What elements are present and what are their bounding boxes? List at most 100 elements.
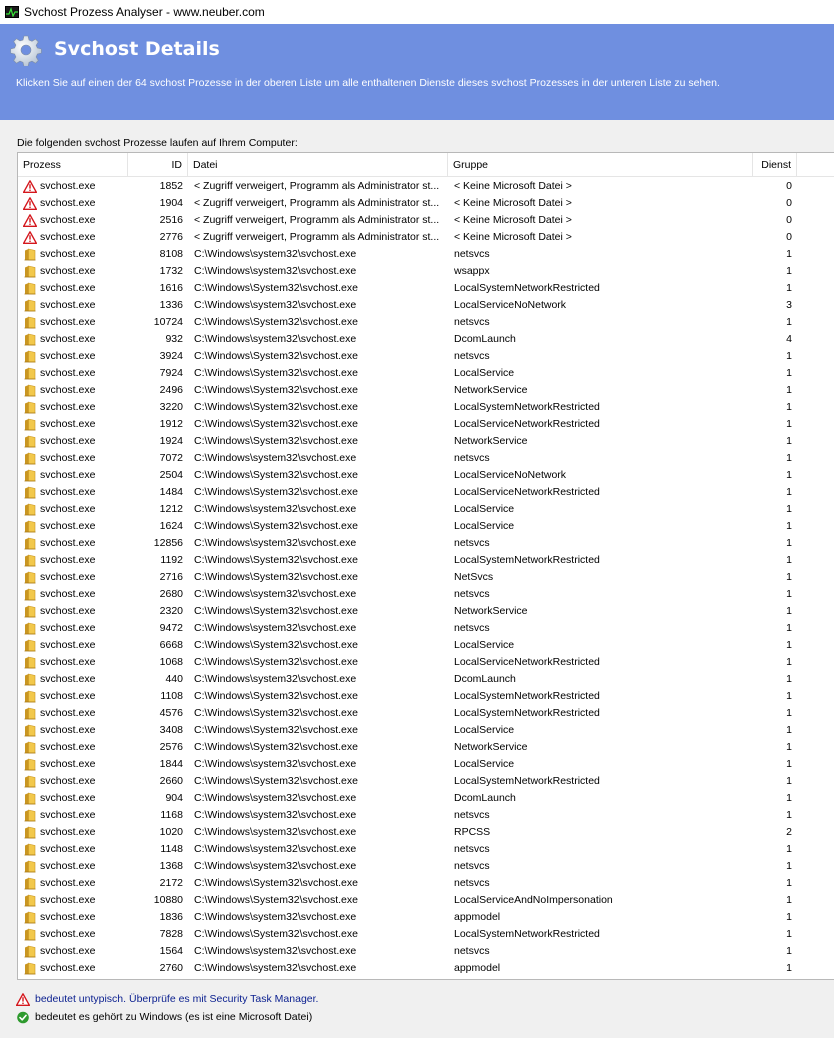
- legend-ok-text: bedeutet es gehört zu Windows (es ist ei…: [35, 1011, 313, 1023]
- column-header-file[interactable]: Datei: [188, 153, 448, 177]
- folder-icon: [24, 775, 36, 788]
- process-name: svchost.exe: [40, 520, 96, 532]
- cell-file: C:\Windows\system32\svchost.exe: [194, 673, 357, 685]
- table-row[interactable]: svchost.exe 3924 C:\Windows\System32\svcho…: [18, 348, 834, 365]
- table-row[interactable]: svchost.exe 3408 C:\Windows\System32\svcho…: [18, 722, 834, 739]
- table-row[interactable]: svchost.exe 2172 C:\Windows\System32\svcho…: [18, 875, 834, 892]
- cell-service: 4: [786, 333, 792, 345]
- table-row[interactable]: svchost.exe 2776 < Zugriff verweigert, Pro…: [18, 229, 834, 246]
- table-row[interactable]: svchost.exe 1836 C:\Windows\system32\svcho…: [18, 909, 834, 926]
- gear-icon: [10, 35, 42, 66]
- table-row[interactable]: svchost.exe 2680 C:\Windows\system32\svcho…: [18, 586, 834, 603]
- table-row[interactable]: svchost.exe 932 C:\Windows\system32\svchos…: [18, 331, 834, 348]
- cell-file: C:\Windows\System32\svchost.exe: [194, 894, 358, 906]
- cell-process: svchost.exe: [23, 824, 128, 841]
- cell-service: 1: [786, 520, 792, 532]
- table-row[interactable]: svchost.exe 2760 C:\Windows\system32\svcho…: [18, 960, 834, 977]
- cell-file: C:\Windows\system32\svchost.exe: [194, 860, 357, 872]
- cell-group: netsvcs: [454, 622, 490, 634]
- cell-file: C:\Windows\system32\svchost.exe: [194, 265, 357, 277]
- cell-process: svchost.exe: [23, 773, 128, 790]
- table-row[interactable]: svchost.exe 2716 C:\Windows\System32\svcho…: [18, 569, 834, 586]
- table-row[interactable]: svchost.exe 904 C:\Windows\system32\svchos…: [18, 790, 834, 807]
- cell-group: netsvcs: [454, 316, 490, 328]
- cell-process: svchost.exe: [23, 756, 128, 773]
- table-row[interactable]: svchost.exe 1624 C:\Windows\System32\svcho…: [18, 518, 834, 535]
- table-row[interactable]: svchost.exe 1336 C:\Windows\system32\svcho…: [18, 297, 834, 314]
- table-row[interactable]: svchost.exe 1192 C:\Windows\System32\svcho…: [18, 552, 834, 569]
- legend-ok: bedeutet es gehört zu Windows (es ist ei…: [16, 1008, 318, 1026]
- column-header-id[interactable]: ID: [128, 153, 188, 177]
- table-row[interactable]: svchost.exe 1844 C:\Windows\system32\svcho…: [18, 756, 834, 773]
- cell-group: LocalSystemNetworkRestricted: [454, 401, 600, 413]
- table-row[interactable]: svchost.exe 7828 C:\Windows\System32\svcho…: [18, 926, 834, 943]
- table-row[interactable]: svchost.exe 10880 C:\Windows\System32\svch…: [18, 892, 834, 909]
- cell-process: svchost.exe: [23, 739, 128, 756]
- table-row[interactable]: svchost.exe 7924 C:\Windows\System32\svcho…: [18, 365, 834, 382]
- folder-icon: [24, 860, 36, 873]
- process-name: svchost.exe: [40, 571, 96, 583]
- cell-id: 7828: [159, 928, 183, 940]
- table-row[interactable]: svchost.exe 1732 C:\Windows\system32\svcho…: [18, 263, 834, 280]
- table-row[interactable]: svchost.exe 1912 C:\Windows\System32\svcho…: [18, 416, 834, 433]
- table-row[interactable]: svchost.exe 1168 C:\Windows\system32\svcho…: [18, 807, 834, 824]
- cell-group: LocalServiceNetworkRestricted: [454, 486, 600, 498]
- table-row[interactable]: svchost.exe 2320 C:\Windows\System32\svcho…: [18, 603, 834, 620]
- column-header-process[interactable]: Prozess: [18, 153, 128, 177]
- table-row[interactable]: svchost.exe 440 C:\Windows\system32\svchos…: [18, 671, 834, 688]
- table-row[interactable]: svchost.exe 1020 C:\Windows\system32\svcho…: [18, 824, 834, 841]
- column-header-service[interactable]: Dienst: [753, 153, 797, 177]
- folder-icon: [24, 673, 36, 686]
- table-row[interactable]: svchost.exe 9472 C:\Windows\system32\svcho…: [18, 620, 834, 637]
- cell-file: C:\Windows\system32\svchost.exe: [194, 945, 357, 957]
- table-row[interactable]: svchost.exe 12856 C:\Windows\system32\svch…: [18, 535, 834, 552]
- table-row[interactable]: svchost.exe 6668 C:\Windows\System32\svcho…: [18, 637, 834, 654]
- process-name: svchost.exe: [40, 945, 96, 957]
- cell-file: C:\Windows\System32\svchost.exe: [194, 690, 358, 702]
- table-row[interactable]: svchost.exe 2660 C:\Windows\System32\svcho…: [18, 773, 834, 790]
- process-name: svchost.exe: [40, 282, 96, 294]
- cell-service: 1: [786, 690, 792, 702]
- table-row[interactable]: svchost.exe 1904 < Zugriff verweigert, Pro…: [18, 195, 834, 212]
- table-row[interactable]: svchost.exe 2576 C:\Windows\System32\svcho…: [18, 739, 834, 756]
- cell-file: C:\Windows\System32\svchost.exe: [194, 282, 358, 294]
- table-row[interactable]: svchost.exe 1852 < Zugriff verweigert, Pro…: [18, 178, 834, 195]
- table-row[interactable]: svchost.exe 1108 C:\Windows\System32\svcho…: [18, 688, 834, 705]
- cell-group: LocalService: [454, 367, 515, 379]
- cell-service: 1: [786, 384, 792, 396]
- cell-file: < Zugriff verweigert, Programm als Admin…: [194, 231, 440, 243]
- table-row[interactable]: svchost.exe 2516 < Zugriff verweigert, Pro…: [18, 212, 834, 229]
- cell-service: 1: [786, 265, 792, 277]
- table-row[interactable]: svchost.exe 8108 C:\Windows\system32\svcho…: [18, 246, 834, 263]
- table-row[interactable]: svchost.exe 1148 C:\Windows\system32\svcho…: [18, 841, 834, 858]
- table-row[interactable]: svchost.exe 3220 C:\Windows\System32\svcho…: [18, 399, 834, 416]
- table-row[interactable]: svchost.exe 1924 C:\Windows\System32\svcho…: [18, 433, 834, 450]
- table-row[interactable]: svchost.exe 1068 C:\Windows\System32\svcho…: [18, 654, 834, 671]
- cell-service: 1: [786, 741, 792, 753]
- table-row[interactable]: svchost.exe 1368 C:\Windows\system32\svcho…: [18, 858, 834, 875]
- table-row[interactable]: svchost.exe 4576 C:\Windows\System32\svcho…: [18, 705, 834, 722]
- table-row[interactable]: [18, 977, 834, 979]
- cell-process: svchost.exe: [23, 195, 128, 212]
- process-name: svchost.exe: [40, 962, 96, 974]
- cell-file: C:\Windows\System32\svchost.exe: [194, 571, 358, 583]
- table-row[interactable]: svchost.exe 10724 C:\Windows\System32\svch…: [18, 314, 834, 331]
- cell-process: svchost.exe: [23, 399, 128, 416]
- process-list[interactable]: Prozess ID Datei Gruppe Dienst svchost.e…: [17, 152, 834, 980]
- folder-icon: [24, 316, 36, 329]
- process-name: svchost.exe: [40, 843, 96, 855]
- table-row[interactable]: svchost.exe 1616 C:\Windows\System32\svcho…: [18, 280, 834, 297]
- cell-file: C:\Windows\System32\svchost.exe: [194, 384, 358, 396]
- table-row[interactable]: svchost.exe 1484 C:\Windows\System32\svcho…: [18, 484, 834, 501]
- folder-icon: [24, 384, 36, 397]
- cell-service: 1: [786, 843, 792, 855]
- table-row[interactable]: svchost.exe 7072 C:\Windows\system32\svcho…: [18, 450, 834, 467]
- cell-process: [23, 977, 128, 979]
- cell-file: C:\Windows\System32\svchost.exe: [194, 316, 358, 328]
- column-header-group[interactable]: Gruppe: [448, 153, 753, 177]
- table-row[interactable]: svchost.exe 1564 C:\Windows\system32\svcho…: [18, 943, 834, 960]
- folder-icon: [24, 333, 36, 346]
- table-row[interactable]: svchost.exe 2504 C:\Windows\System32\svcho…: [18, 467, 834, 484]
- table-row[interactable]: svchost.exe 2496 C:\Windows\System32\svcho…: [18, 382, 834, 399]
- table-row[interactable]: svchost.exe 1212 C:\Windows\system32\svcho…: [18, 501, 834, 518]
